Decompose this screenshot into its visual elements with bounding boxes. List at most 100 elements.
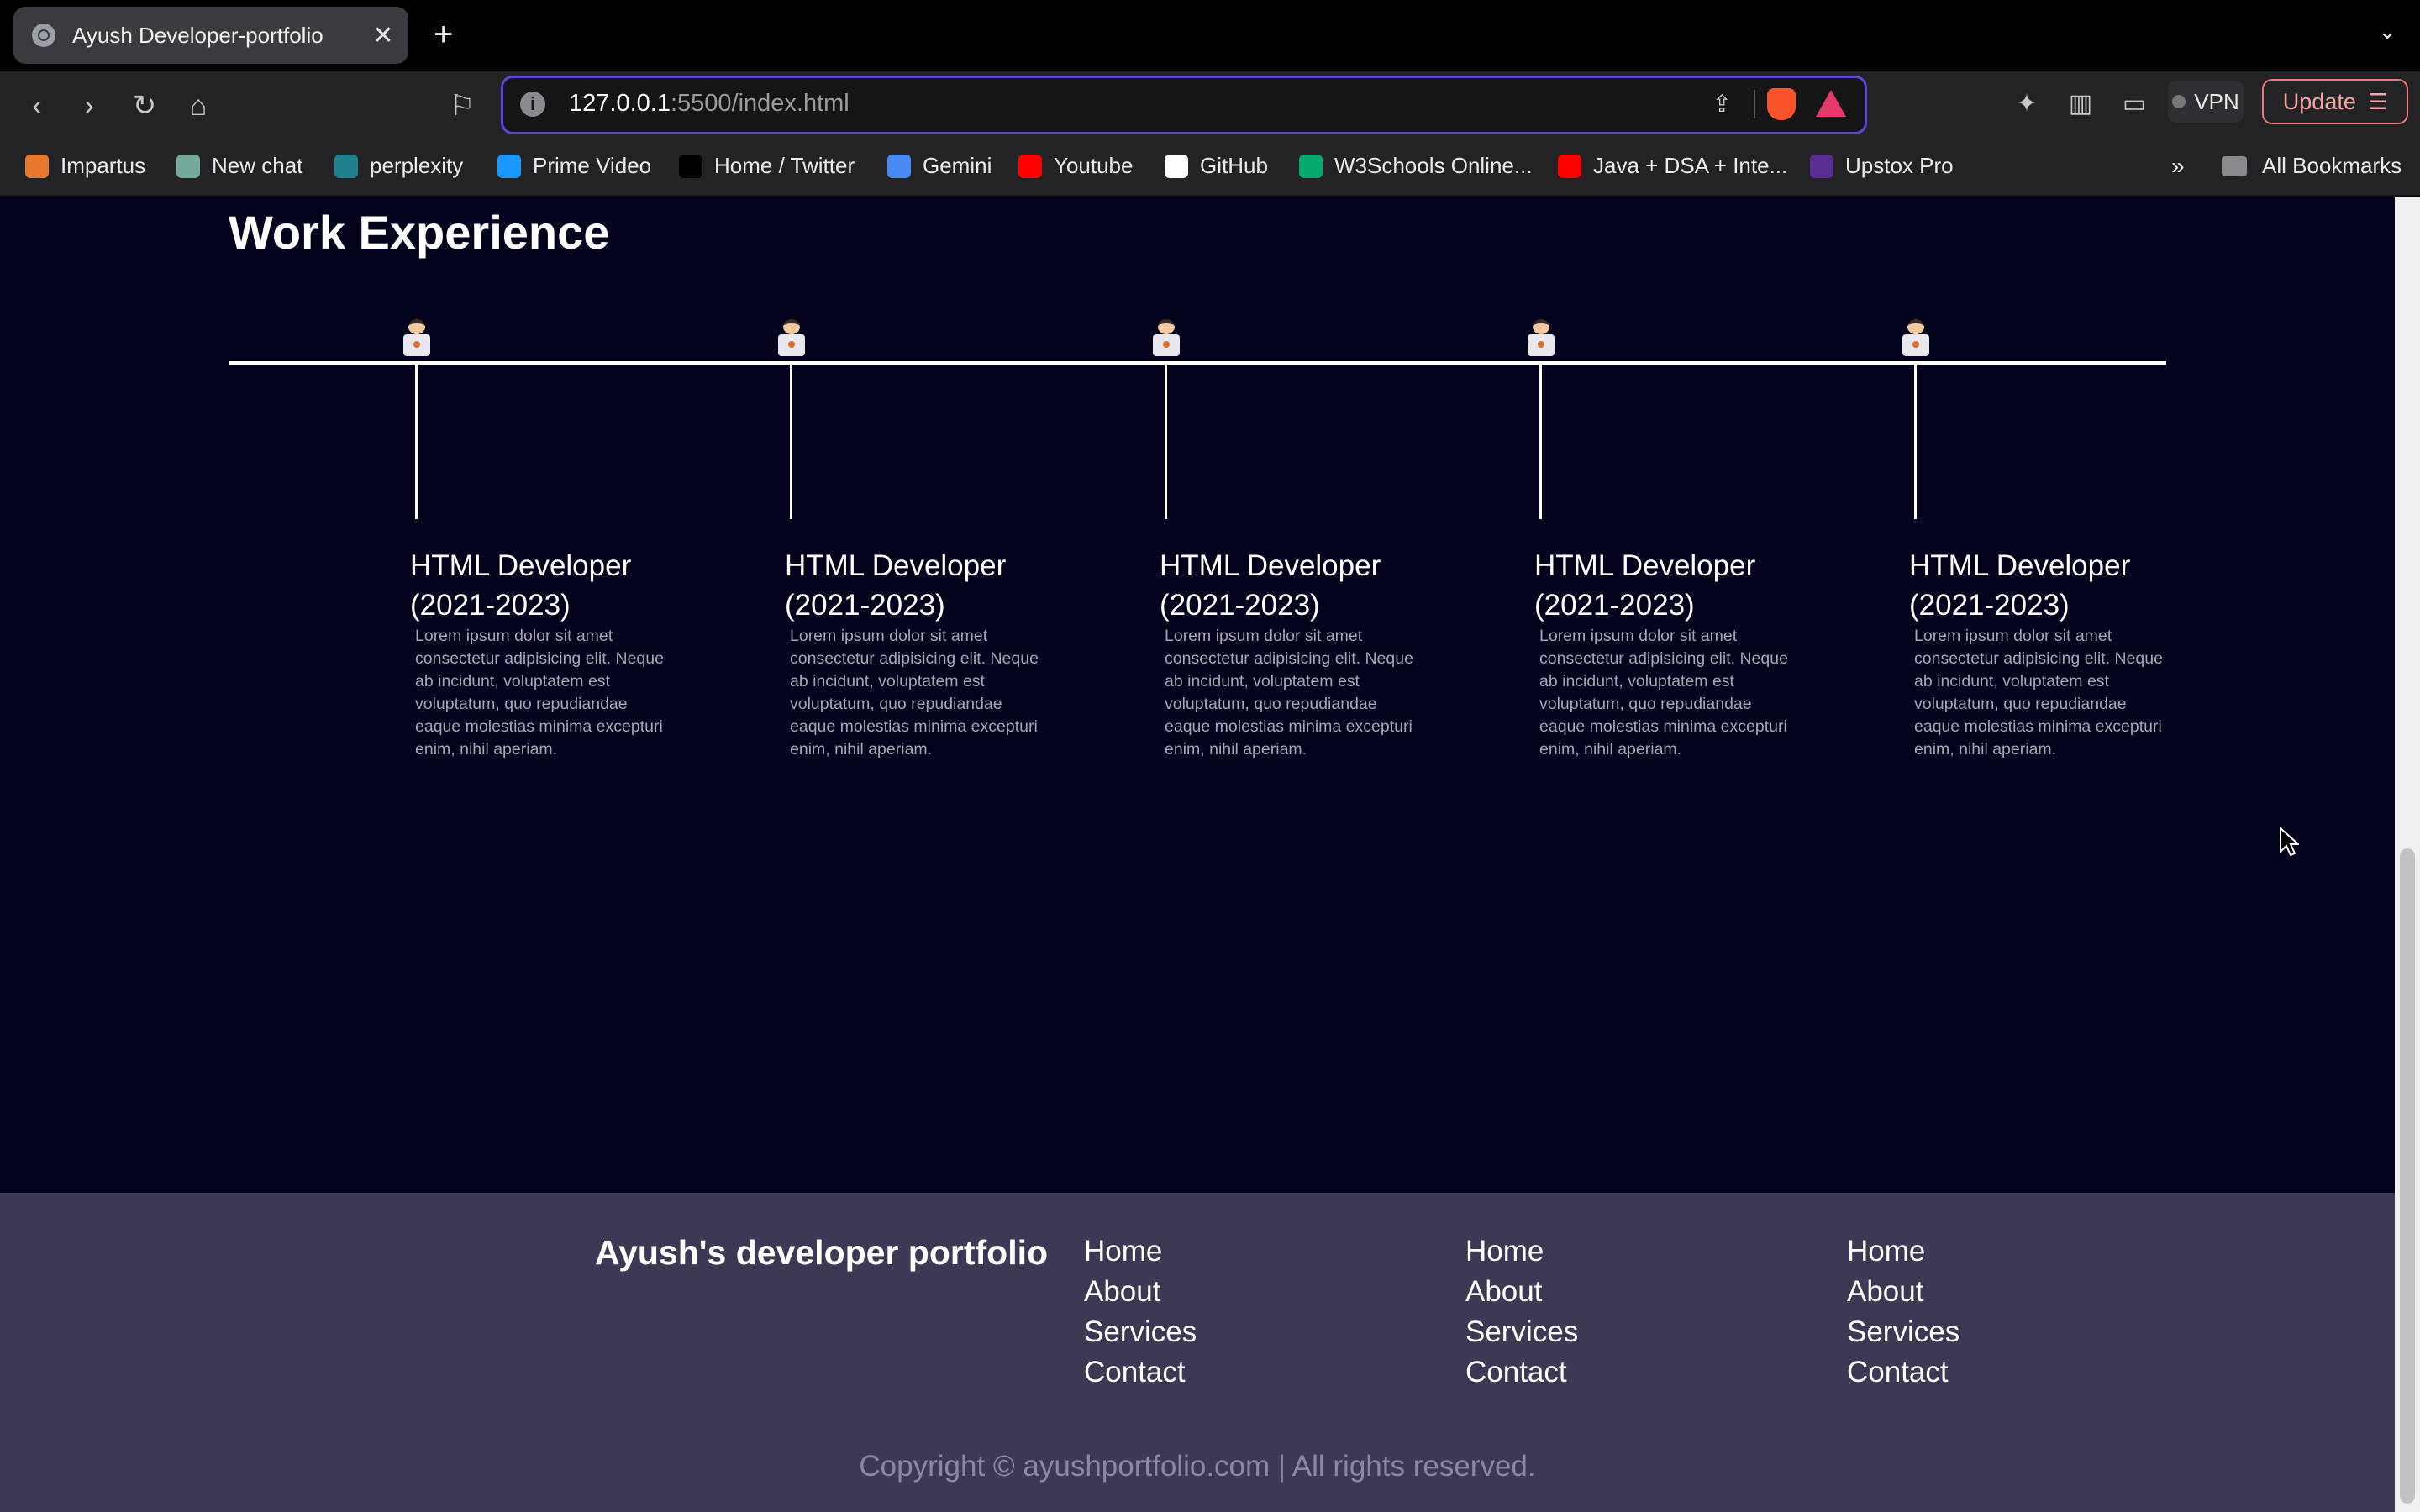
folder-icon xyxy=(2222,155,2247,176)
footer-link-services[interactable]: Services xyxy=(1084,1312,1197,1352)
bookmark-label: Impartus xyxy=(60,153,146,178)
bookmark-favicon-icon xyxy=(1299,154,1323,178)
role-title: HTML Developer xyxy=(1909,549,2131,582)
role-period: (2021-2023) xyxy=(1909,589,2070,622)
timeline-role: HTML Developer (2021-2023) xyxy=(785,546,1138,625)
address-bar[interactable]: i 127.0.0.1:5500/index.html ⇪ xyxy=(501,76,1867,134)
browser-toolbar: ‹ › ↻ ⌂ ⚐ i 127.0.0.1:5500/index.html ⇪ … xyxy=(0,71,2420,141)
all-bookmarks-button[interactable]: All Bookmarks xyxy=(2222,153,2402,179)
bookmark-label: Java + DSA + Inte... xyxy=(1593,153,1788,178)
role-description: Lorem ipsum dolor sit amet consectetur a… xyxy=(1165,627,1413,759)
vpn-label: VPN xyxy=(2194,88,2239,114)
bookmark-item[interactable]: Gemini xyxy=(887,153,992,179)
role-description: Lorem ipsum dolor sit amet consectetur a… xyxy=(1539,627,1788,759)
forward-button[interactable]: › xyxy=(69,86,109,126)
footer-link-home[interactable]: Home xyxy=(1084,1231,1197,1272)
footer-link-services[interactable]: Services xyxy=(1465,1312,1578,1352)
update-button[interactable]: Update ☰ xyxy=(2262,79,2408,124)
site-info-icon[interactable]: i xyxy=(520,92,545,117)
wallet-icon[interactable]: ▭ xyxy=(2116,86,2153,123)
timeline-role: HTML Developer (2021-2023) xyxy=(1909,546,2262,625)
reload-button[interactable]: ↻ xyxy=(124,86,165,126)
all-bookmarks-label: All Bookmarks xyxy=(2262,153,2402,178)
footer-links-column: Home About Services Contact xyxy=(1847,1231,1960,1393)
footer-links-column: Home About Services Contact xyxy=(1084,1231,1197,1393)
timeline-stem xyxy=(415,365,418,519)
role-description: Lorem ipsum dolor sit amet consectetur a… xyxy=(790,627,1039,759)
role-description: Lorem ipsum dolor sit amet consectetur a… xyxy=(1914,627,2163,759)
brave-shields-icon[interactable] xyxy=(1767,88,1796,120)
bookmark-favicon-icon xyxy=(1018,154,1042,178)
page-viewport: Work Experience HTML Developer (2021-2023… xyxy=(0,197,2395,1512)
bookmark-item[interactable]: perplexity xyxy=(334,153,463,179)
bookmark-label: Prime Video xyxy=(533,153,652,178)
back-button[interactable]: ‹ xyxy=(17,86,57,126)
footer-link-home[interactable]: Home xyxy=(1465,1231,1578,1272)
developer-icon xyxy=(402,319,432,358)
extensions-icon[interactable]: ✦ xyxy=(2008,86,2045,123)
bookmark-page-button[interactable]: ⚐ xyxy=(442,86,482,126)
bookmark-label: Youtube xyxy=(1054,153,1134,178)
url-text: 127.0.0.1:5500/index.html xyxy=(569,90,850,117)
bookmark-label: perplexity xyxy=(370,153,464,178)
copyright-text: Copyright © ayushportfolio.com | All rig… xyxy=(859,1450,1536,1483)
brave-rewards-icon[interactable] xyxy=(1816,90,1846,117)
home-button[interactable]: ⌂ xyxy=(178,86,218,126)
browser-tab-active[interactable]: Ayush Developer-portfolio ✕ xyxy=(13,7,408,64)
bookmark-item[interactable]: Java + DSA + Inte... xyxy=(1558,153,1787,179)
bookmarks-overflow-button[interactable]: » xyxy=(2171,153,2185,180)
bookmark-favicon-icon xyxy=(176,154,200,178)
footer-link-home[interactable]: Home xyxy=(1847,1231,1960,1272)
bookmark-item[interactable]: Youtube xyxy=(1018,153,1133,179)
developer-icon xyxy=(1151,319,1181,358)
bookmark-item[interactable]: GitHub xyxy=(1165,153,1268,179)
footer-link-contact[interactable]: Contact xyxy=(1465,1352,1578,1393)
vpn-button[interactable]: VPN xyxy=(2168,81,2244,123)
role-period: (2021-2023) xyxy=(410,589,571,622)
bookmark-label: Gemini xyxy=(923,153,992,178)
footer-link-about[interactable]: About xyxy=(1847,1272,1960,1312)
share-icon[interactable]: ⇪ xyxy=(1712,90,1732,118)
timeline-stem xyxy=(1914,365,1917,519)
bookmark-favicon-icon xyxy=(334,154,358,178)
role-title: HTML Developer xyxy=(410,549,632,582)
new-tab-button[interactable]: + xyxy=(434,15,453,54)
bookmark-favicon-icon xyxy=(1165,154,1188,178)
sidebar-icon[interactable]: ▥ xyxy=(2062,86,2099,123)
bookmark-favicon-icon xyxy=(25,154,49,178)
timeline-role: HTML Developer (2021-2023) xyxy=(1534,546,1887,625)
role-period: (2021-2023) xyxy=(1534,589,1695,622)
bookmark-label: Home / Twitter xyxy=(714,153,855,178)
footer-link-services[interactable]: Services xyxy=(1847,1312,1960,1352)
address-divider xyxy=(1754,90,1755,118)
role-title: HTML Developer xyxy=(1534,549,1756,582)
bookmarks-bar: Impartus New chat perplexity Prime Video Hom… xyxy=(0,141,2420,197)
close-tab-icon[interactable]: ✕ xyxy=(366,21,400,50)
bookmark-label: GitHub xyxy=(1200,153,1268,178)
footer-link-contact[interactable]: Contact xyxy=(1847,1352,1960,1393)
bookmark-item[interactable]: New chat xyxy=(176,153,302,179)
footer: Ayush's developer portfolio Home About Ser… xyxy=(0,1193,2395,1512)
developer-icon xyxy=(776,319,807,358)
bookmark-item[interactable]: Prime Video xyxy=(497,153,651,179)
footer-link-about[interactable]: About xyxy=(1084,1272,1197,1312)
bookmark-item[interactable]: W3Schools Online... xyxy=(1299,153,1533,179)
update-label: Update xyxy=(2282,88,2356,114)
tab-title: Ayush Developer-portfolio xyxy=(72,22,324,48)
bookmark-favicon-icon xyxy=(679,154,702,178)
timeline-stem xyxy=(1539,365,1542,519)
role-period: (2021-2023) xyxy=(1160,589,1320,622)
tab-list-chevron-icon[interactable]: ⌄ xyxy=(2378,18,2396,45)
scrollbar-thumb[interactable] xyxy=(2400,848,2415,1504)
bookmark-item[interactable]: Upstox Pro xyxy=(1810,153,1954,179)
footer-link-about[interactable]: About xyxy=(1465,1272,1578,1312)
vpn-status-icon xyxy=(2172,95,2186,108)
menu-icon: ☰ xyxy=(2367,88,2388,114)
bookmark-item[interactable]: Impartus xyxy=(25,153,145,179)
bookmark-item[interactable]: Home / Twitter xyxy=(679,153,855,179)
developer-icon xyxy=(1526,319,1556,358)
footer-link-contact[interactable]: Contact xyxy=(1084,1352,1197,1393)
role-title: HTML Developer xyxy=(1160,549,1381,582)
footer-links-column: Home About Services Contact xyxy=(1465,1231,1578,1393)
work-experience-title: Work Experience xyxy=(229,206,610,259)
